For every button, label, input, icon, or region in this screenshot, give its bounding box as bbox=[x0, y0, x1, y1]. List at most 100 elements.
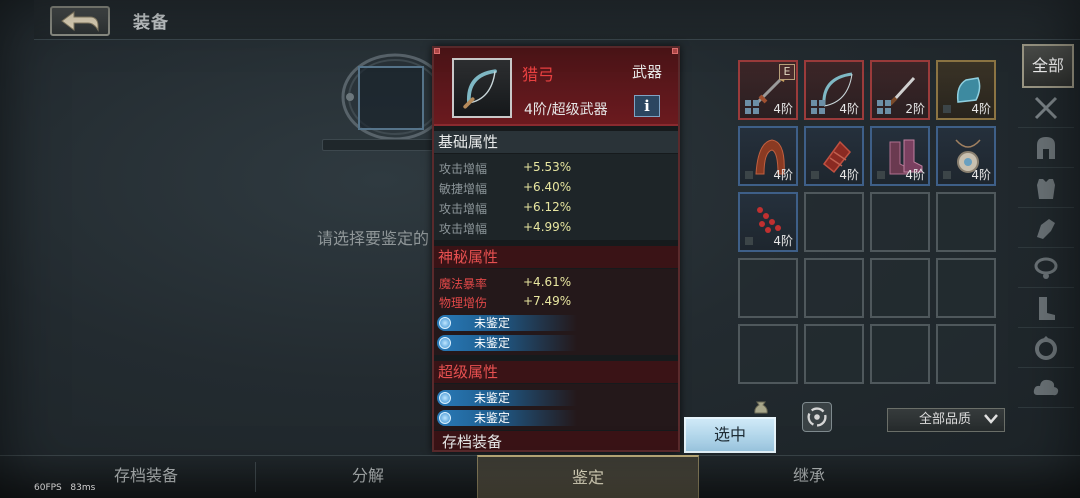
stat-row: 攻击增幅 +4.99% bbox=[439, 220, 571, 237]
inventory-slot[interactable]: E 4阶 bbox=[738, 60, 798, 120]
inventory-slot[interactable]: 4阶 bbox=[738, 192, 798, 252]
category-ring-tab[interactable] bbox=[1018, 328, 1074, 368]
inventory-slot[interactable]: 4阶 bbox=[804, 126, 864, 186]
item-tier: 4阶 bbox=[773, 102, 793, 116]
select-button[interactable]: 选中 bbox=[684, 417, 776, 453]
quality-filter-label: 全部品质 bbox=[919, 412, 972, 427]
cloud-icon bbox=[1033, 379, 1059, 395]
grade-marker bbox=[943, 105, 951, 113]
super-attributes: 未鉴定 未鉴定 bbox=[434, 384, 678, 430]
item-tooltip: 猎弓 武器 4阶/超级武器 i 基础属性 攻击增幅 +5.53% 敏捷增幅 +6… bbox=[432, 46, 680, 452]
armor-icon bbox=[1037, 178, 1055, 199]
identify-slot[interactable] bbox=[358, 66, 424, 130]
inventory-slot-empty[interactable] bbox=[870, 192, 930, 252]
unidentified-label: 未鉴定 bbox=[474, 316, 511, 330]
recycle-button[interactable] bbox=[802, 402, 832, 432]
info-button[interactable]: i bbox=[634, 95, 660, 117]
category-all-tab[interactable]: 全部 bbox=[1022, 44, 1074, 88]
stat-name: 攻击增幅 bbox=[439, 222, 488, 236]
inventory-slot[interactable]: 4阶 bbox=[804, 60, 864, 120]
inventory-slot-empty[interactable] bbox=[738, 258, 798, 318]
stat-row: 攻击增幅 +6.12% bbox=[439, 200, 571, 217]
super-attributes-title: 超级属性 bbox=[434, 361, 678, 383]
stat-name: 敏捷增幅 bbox=[439, 182, 488, 196]
stat-name: 攻击增幅 bbox=[439, 202, 488, 216]
quality-filter-dropdown[interactable]: 全部品质 bbox=[887, 408, 1005, 432]
ring-icon bbox=[1035, 335, 1057, 360]
unidentified-label: 未鉴定 bbox=[474, 391, 511, 405]
item-tier: 2阶 bbox=[905, 102, 925, 116]
inventory-slot-empty[interactable] bbox=[870, 258, 930, 318]
gem-icon bbox=[439, 412, 451, 424]
stat-value: +7.49% bbox=[523, 294, 572, 308]
inventory-slot-empty[interactable] bbox=[804, 192, 864, 252]
inventory-slot-empty[interactable] bbox=[936, 324, 996, 384]
stat-name: 魔法暴率 bbox=[439, 277, 488, 291]
unidentified-bar: 未鉴定 bbox=[437, 315, 577, 331]
stat-value: +5.53% bbox=[523, 160, 572, 174]
unidentified-bar: 未鉴定 bbox=[437, 390, 577, 406]
item-tier: 4阶/超级武器 bbox=[524, 102, 608, 118]
money-pouch-icon bbox=[754, 401, 768, 414]
inventory-slot-empty[interactable] bbox=[804, 258, 864, 318]
grid-icon bbox=[877, 100, 891, 114]
grid-icon bbox=[745, 100, 759, 114]
stat-row: 魔法暴率 +4.61% bbox=[439, 275, 571, 292]
stat-value: +6.12% bbox=[523, 200, 572, 214]
inventory-slot[interactable]: 4阶 bbox=[870, 126, 930, 186]
stat-value: +4.99% bbox=[523, 220, 572, 234]
inventory-slot-empty[interactable] bbox=[804, 324, 864, 384]
inventory-slot-empty[interactable] bbox=[936, 258, 996, 318]
mystic-attributes-title: 神秘属性 bbox=[434, 246, 678, 268]
item-tier: 4阶 bbox=[905, 168, 925, 182]
stat-name: 攻击增幅 bbox=[439, 162, 488, 176]
unidentified-label: 未鉴定 bbox=[474, 411, 511, 425]
back-button[interactable] bbox=[50, 6, 110, 36]
item-tier: 4阶 bbox=[773, 168, 793, 182]
inventory-slot[interactable]: 4阶 bbox=[738, 126, 798, 186]
tab-inherit[interactable]: 继承 bbox=[699, 455, 919, 498]
category-helmet-tab[interactable] bbox=[1018, 128, 1074, 168]
fps-value: 60FPS bbox=[34, 483, 62, 493]
basic-attributes: 攻击增幅 +5.53% 敏捷增幅 +6.40% 攻击增幅 +6.12% 攻击增幅… bbox=[434, 154, 678, 240]
category-other-tab[interactable] bbox=[1018, 368, 1074, 408]
inventory-slot[interactable]: 2阶 bbox=[870, 60, 930, 120]
category-boots-tab[interactable] bbox=[1018, 288, 1074, 328]
item-name: 猎弓 bbox=[522, 65, 555, 84]
boot-icon bbox=[1039, 296, 1055, 320]
item-tier: 4阶 bbox=[839, 168, 859, 182]
grade-marker bbox=[943, 171, 951, 179]
gem-icon bbox=[439, 317, 451, 329]
category-armor-tab[interactable] bbox=[1018, 168, 1074, 208]
item-tier: 4阶 bbox=[773, 234, 793, 248]
tab-identify[interactable]: 鉴定 bbox=[477, 455, 699, 498]
inventory-slot-empty[interactable] bbox=[870, 324, 930, 384]
inventory-slot[interactable]: 4阶 bbox=[936, 126, 996, 186]
tooltip-header: 猎弓 武器 4阶/超级武器 i bbox=[434, 48, 678, 126]
category-necklace-tab[interactable] bbox=[1018, 248, 1074, 288]
category-gloves-tab[interactable] bbox=[1018, 208, 1074, 248]
bow-icon bbox=[463, 69, 497, 109]
stat-row: 攻击增幅 +5.53% bbox=[439, 160, 571, 177]
inventory-slot[interactable]: 4阶 bbox=[936, 60, 996, 120]
stat-name: 物理增伤 bbox=[439, 296, 488, 310]
tab-dismantle[interactable]: 分解 bbox=[258, 455, 478, 498]
chevron-down-icon bbox=[984, 414, 998, 424]
unidentified-bar: 未鉴定 bbox=[437, 335, 577, 351]
unidentified-bar: 未鉴定 bbox=[437, 410, 577, 426]
inventory-slot-empty[interactable] bbox=[738, 324, 798, 384]
back-arrow-icon bbox=[61, 11, 99, 32]
basic-attributes-title: 基础属性 bbox=[434, 131, 678, 153]
frame-time: 83ms bbox=[70, 483, 96, 493]
category-weapon-tab[interactable] bbox=[1018, 88, 1074, 128]
stat-row: 物理增伤 +7.49% bbox=[439, 294, 571, 311]
identify-prompt: 请选择要鉴定的 bbox=[317, 229, 430, 248]
stat-row: 敏捷增幅 +6.40% bbox=[439, 180, 571, 197]
item-tier: 4阶 bbox=[839, 102, 859, 116]
gem-icon bbox=[439, 337, 451, 349]
tab-divider bbox=[255, 462, 256, 492]
fps-counter: 60FPS 83ms bbox=[34, 483, 95, 493]
mystic-attributes: 魔法暴率 +4.61% 物理增伤 +7.49% 未鉴定 未鉴定 bbox=[434, 269, 678, 355]
gem-icon bbox=[439, 392, 451, 404]
inventory-slot-empty[interactable] bbox=[936, 192, 996, 252]
